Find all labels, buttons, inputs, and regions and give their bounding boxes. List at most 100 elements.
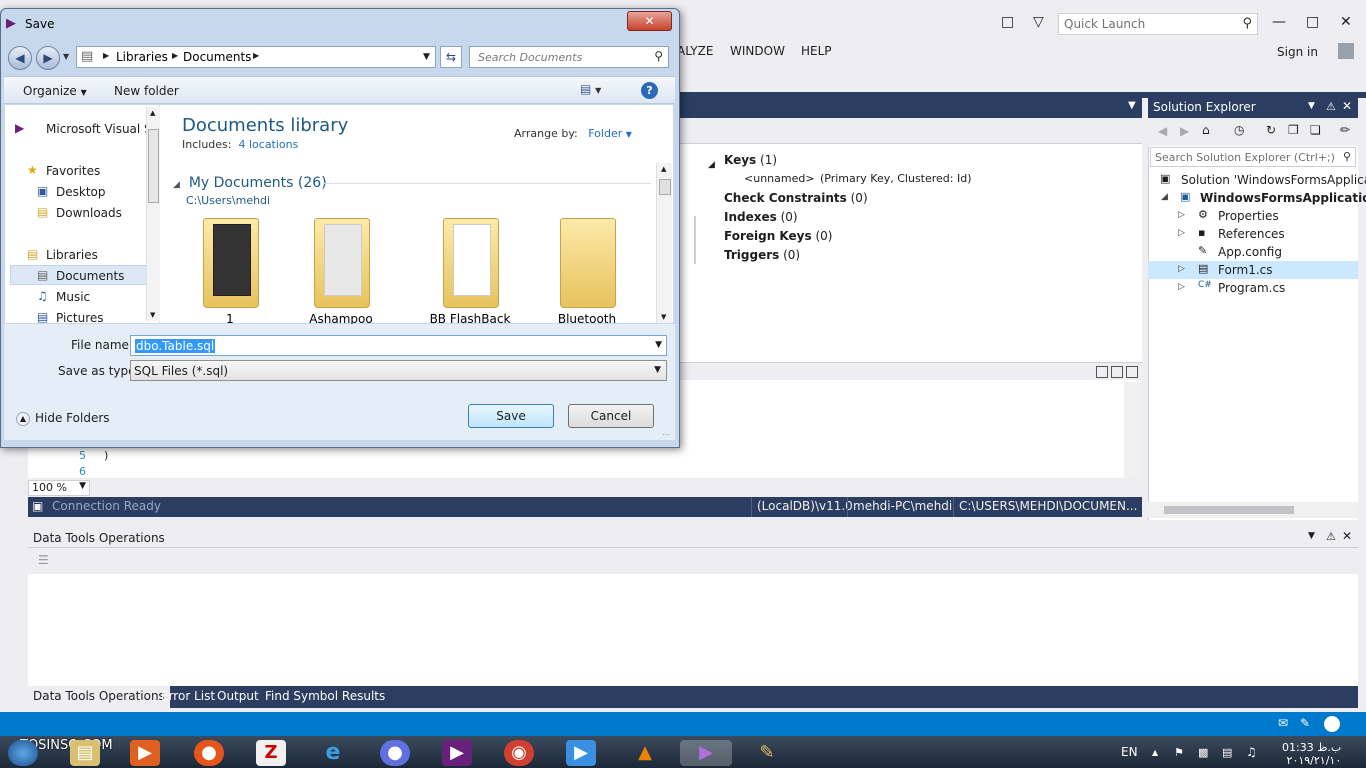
scroll-thumb[interactable]	[1164, 506, 1294, 514]
nav-item-favorites[interactable]: ★ Favorites	[10, 161, 150, 181]
chevron-down-icon[interactable]: ▼	[1128, 100, 1136, 111]
save-type-select[interactable]: SQL Files (*.sql) ▼	[130, 360, 667, 381]
close-icon[interactable]: ✕	[1342, 99, 1352, 113]
keys-row[interactable]: Keys (1)	[724, 153, 777, 167]
back-icon[interactable]: ◀	[1158, 124, 1167, 138]
pin-icon[interactable]: ⚠	[1326, 530, 1336, 543]
firefox-dev-icon[interactable]: ●	[380, 740, 410, 766]
tree-item-properties[interactable]: ▷ ⚙ Properties	[1148, 207, 1358, 225]
zoom-combo[interactable]: 100 % ▼	[28, 480, 90, 496]
new-folder-button[interactable]: New folder	[114, 84, 179, 98]
close-icon[interactable]: ✕	[1342, 529, 1352, 543]
expanded-arrow-icon[interactable]: ◢	[1161, 192, 1168, 202]
solution-search-input[interactable]: Search Solution Explorer (Ctrl+;) ⚲	[1150, 147, 1356, 167]
media-player-icon[interactable]: ▶	[130, 740, 160, 766]
tab-find-symbol[interactable]: Find Symbol Results	[260, 686, 390, 708]
chevron-down-icon[interactable]: ▼	[1308, 101, 1315, 111]
history-icon[interactable]: ◷	[1234, 123, 1244, 137]
clock[interactable]: 01:33 ب.ظ ۲۰۱۹/۲۱/۱۰	[1282, 741, 1341, 767]
group-header[interactable]: ◢ My Documents (26)	[173, 175, 327, 191]
forward-button[interactable]: ▶	[36, 46, 60, 70]
tab-output[interactable]: Output	[212, 686, 264, 708]
refresh-button[interactable]: ⇆	[440, 46, 462, 68]
nav-item-music[interactable]: ♫ Music	[10, 287, 150, 307]
quick-launch-input[interactable]: Quick Launch ⚲	[1058, 13, 1258, 35]
network-icon[interactable]: ▤	[1222, 746, 1232, 759]
power-icon[interactable]: ▩	[1198, 746, 1208, 759]
locations-link[interactable]: 4 locations	[238, 138, 298, 151]
tree-item-form1[interactable]: ▷ ▤ Form1.cs	[1148, 261, 1358, 279]
vs-active-icon[interactable]: ▶	[680, 740, 732, 766]
nav-scrollbar[interactable]: ▲ ▼	[146, 107, 160, 321]
maximize-icon[interactable]: □	[1306, 14, 1319, 30]
tree-item-program[interactable]: ▷ C# Program.cs	[1148, 279, 1358, 297]
clear-icon[interactable]: ☰	[38, 553, 49, 567]
arrange-dropdown[interactable]: Folder ▼	[588, 127, 632, 140]
change-view-button[interactable]: ▤ ▼	[580, 82, 601, 96]
status-circle-icon[interactable]	[1324, 716, 1340, 732]
tab-data-tools[interactable]: Data Tools Operations	[28, 686, 170, 708]
collapse-arrow-icon[interactable]: ◢	[708, 160, 715, 170]
folder-item[interactable]: Ashampoo	[296, 214, 386, 326]
breadcrumb-documents[interactable]: Documents	[183, 50, 251, 64]
split-horizontal-icon[interactable]	[1111, 366, 1123, 378]
tray-arrow-icon[interactable]: ▲	[1152, 748, 1158, 757]
split-vertical-icon[interactable]	[1096, 366, 1108, 378]
back-button[interactable]: ◀	[8, 46, 32, 70]
flag-icon[interactable]: ⚑	[1174, 746, 1184, 759]
scroll-down-icon[interactable]: ▼	[661, 313, 666, 321]
foreign-keys-row[interactable]: Foreign Keys (0)	[724, 229, 832, 243]
nav-item-vs[interactable]: ▶ Microsoft Visual St	[10, 119, 150, 139]
vlc-icon[interactable]: ▲	[630, 740, 660, 766]
feedback-icon[interactable]: ✎	[1300, 716, 1310, 730]
feedback-icon[interactable]: □	[1001, 14, 1014, 30]
show-all-icon[interactable]: ❏	[1310, 123, 1321, 137]
breadcrumb-libraries[interactable]: Libraries	[116, 50, 168, 64]
splitter[interactable]	[694, 216, 696, 264]
breadcrumb-arrow-icon[interactable]: ▶	[253, 51, 259, 60]
vertical-scrollbar[interactable]	[1124, 382, 1142, 478]
collapse-arrow-icon[interactable]: ◢	[173, 180, 180, 190]
nav-item-desktop[interactable]: ▣ Desktop	[10, 182, 150, 202]
nav-item-libraries[interactable]: ▤ Libraries	[10, 245, 150, 265]
collapsed-arrow-icon[interactable]: ▷	[1178, 264, 1185, 274]
tab-error-list[interactable]: Error List	[156, 686, 220, 708]
address-bar[interactable]: ▤ ▶ Libraries ▶ Documents ▶ ▼	[76, 46, 436, 68]
notification-icon[interactable]: ✉	[1278, 716, 1288, 730]
tree-item-project[interactable]: ◢ ▣ WindowsFormsApplication3	[1148, 189, 1366, 207]
menu-analyze[interactable]: ALYZE	[677, 44, 713, 58]
tree-item-references[interactable]: ▷ ▪ References	[1148, 225, 1358, 243]
indexes-row[interactable]: Indexes (0)	[724, 210, 798, 224]
language-indicator[interactable]: EN	[1121, 745, 1138, 759]
folder-item[interactable]: 1	[185, 214, 275, 326]
recent-locations-icon[interactable]: ▼	[63, 52, 69, 61]
forward-icon[interactable]: ▶	[1180, 124, 1189, 138]
key-name[interactable]: <unnamed>	[744, 172, 815, 185]
sign-in-link[interactable]: Sign in	[1277, 45, 1318, 59]
tree-item-solution[interactable]: ▣ Solution 'WindowsFormsApplicat	[1148, 171, 1366, 189]
scroll-thumb[interactable]	[659, 179, 671, 195]
hide-folders-button[interactable]: ▲ Hide Folders	[16, 411, 110, 426]
scroll-up-icon[interactable]: ▲	[661, 165, 666, 173]
filter-icon[interactable]: ▽	[1033, 14, 1044, 30]
home-icon[interactable]: ⌂	[1202, 123, 1210, 137]
organize-button[interactable]: Organize ▼	[23, 84, 87, 98]
file-name-input[interactable]: dbo.Table.sql ▼	[130, 335, 667, 356]
minimize-icon[interactable]: —	[1272, 14, 1286, 30]
internet-explorer-icon[interactable]: e	[318, 740, 348, 766]
breadcrumb-arrow-icon[interactable]: ▶	[172, 51, 178, 60]
pin-icon[interactable]: ⚠	[1326, 100, 1336, 113]
scroll-down-icon[interactable]: ▼	[150, 311, 155, 319]
menu-window[interactable]: WINDOW	[730, 44, 785, 58]
collapsed-arrow-icon[interactable]: ▷	[1178, 210, 1185, 220]
swap-panes-icon[interactable]	[1126, 366, 1138, 378]
properties-icon[interactable]: ✏	[1340, 123, 1350, 137]
chrome-icon[interactable]: ◉	[504, 740, 534, 766]
save-button[interactable]: Save	[468, 404, 554, 428]
cancel-button[interactable]: Cancel	[568, 404, 654, 428]
refresh-icon[interactable]: ↻	[1266, 123, 1276, 137]
close-dialog-button[interactable]: ✕	[627, 11, 672, 31]
resize-grip-icon[interactable]: ⋯	[662, 430, 670, 439]
collapsed-arrow-icon[interactable]: ▷	[1178, 282, 1185, 292]
breadcrumb-arrow-icon[interactable]: ▶	[103, 51, 109, 60]
